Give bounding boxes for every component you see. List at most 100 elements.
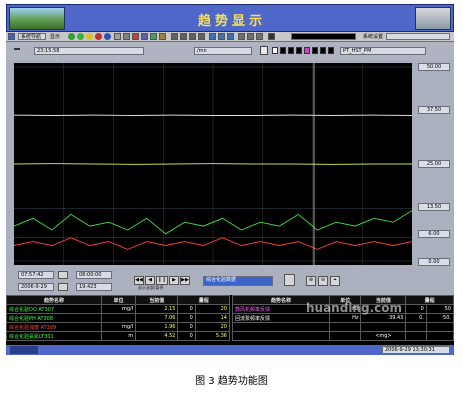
zoom-out-icon[interactable]: ⊖ <box>318 276 328 286</box>
message-field <box>291 33 356 40</box>
time-field[interactable]: 23:15:58 <box>34 47 144 55</box>
trend-icon[interactable] <box>150 33 157 40</box>
calendar-icon[interactable] <box>58 283 68 291</box>
tag-unit <box>328 331 362 341</box>
left-tag-table: 趋势名称 单位 当前值 量程 综合化验DO AT307 mg/l 2.15 0 … <box>6 295 231 341</box>
tag-value: 4.52 <box>135 331 179 341</box>
settings-field[interactable] <box>386 33 450 40</box>
figure-caption: 图 3 趋势功能图 <box>195 376 268 387</box>
print-icon[interactable] <box>114 33 121 40</box>
window-icon[interactable] <box>218 33 225 40</box>
next-icon[interactable] <box>189 33 196 40</box>
forward-icon[interactable]: ▶▶ <box>180 276 190 285</box>
color-swatch[interactable] <box>320 47 326 54</box>
axis-tick-label: 0.00 <box>418 258 450 266</box>
tag-name[interactable] <box>232 322 330 332</box>
color-swatch[interactable] <box>272 47 278 54</box>
plant-photo-logo <box>9 7 65 30</box>
tag-name[interactable]: 综合化验氨氮LT301 <box>6 331 102 341</box>
color-swatch[interactable] <box>304 47 310 54</box>
start-time-field[interactable]: 07:57:42 <box>18 271 54 279</box>
range-min: 0 <box>177 304 196 314</box>
column-header: 量程 <box>177 295 230 305</box>
table-row[interactable]: 综合化验浊度 AT309 mg/l 1.96 0 20 <box>6 322 231 332</box>
rewind-icon[interactable]: ◀◀ <box>134 276 144 285</box>
tag-unit <box>328 322 362 332</box>
end-time-field[interactable]: 08:00:00 <box>76 271 112 279</box>
start-date-field[interactable]: 2006-9-29 <box>18 283 54 291</box>
color-swatch[interactable] <box>312 47 318 54</box>
axis-tick-label: 25.00 <box>418 160 450 168</box>
calendar-icon[interactable] <box>58 271 68 279</box>
range-max: 5.36 <box>194 331 231 341</box>
exit-icon[interactable] <box>268 33 275 40</box>
color-swatch[interactable] <box>280 47 286 54</box>
color-swatch[interactable] <box>288 47 294 54</box>
table-row[interactable]: 综合化验氨氮LT301 m 4.52 0 5.36 <box>6 331 231 341</box>
tag-name[interactable]: 综合化验浊度 AT309 <box>6 322 102 332</box>
color-swatch[interactable] <box>296 47 302 54</box>
toolbar: 系统导航 显示 系统设置 <box>6 32 454 42</box>
axis-tick-label: 37.50 <box>418 106 450 114</box>
prev-icon[interactable]: ◀ <box>145 276 155 285</box>
table-row[interactable] <box>232 322 455 332</box>
tag-value: 7.06 <box>135 313 179 323</box>
pin-icon[interactable] <box>14 48 20 54</box>
alarm-icon[interactable] <box>132 33 139 40</box>
column-header: 单位 <box>100 295 137 305</box>
play-label: 显示全部/暂停 <box>138 285 164 290</box>
blue-circle-icon[interactable] <box>104 33 111 40</box>
settings-label: 系统设置 <box>363 34 384 40</box>
zoom-in-icon[interactable]: ⊕ <box>306 276 316 286</box>
cursor-icon[interactable] <box>260 46 268 55</box>
header-bar: 趋势显示 <box>6 4 454 32</box>
tag-unit: m <box>100 331 137 341</box>
window-icon[interactable] <box>227 33 234 40</box>
lock-icon[interactable] <box>247 33 254 40</box>
tag-unit <box>100 313 137 323</box>
yellow-circle-icon[interactable] <box>86 33 93 40</box>
unit-field[interactable]: /mn <box>194 47 252 55</box>
tag-name[interactable]: 综合化验DO AT307 <box>6 304 102 314</box>
key-icon[interactable] <box>256 33 263 40</box>
end-date-field[interactable]: 19.423 <box>76 283 112 291</box>
play-icon[interactable]: ▶ <box>169 276 179 285</box>
table-row[interactable]: <mg> <box>232 331 455 341</box>
pause-icon[interactable]: ❙❙ <box>156 276 168 285</box>
dataset-dropdown[interactable]: 综合化验数据 <box>203 276 273 286</box>
green-circle-icon[interactable] <box>68 33 75 40</box>
first-icon[interactable] <box>171 33 178 40</box>
tag-name[interactable] <box>232 331 330 341</box>
save-icon[interactable] <box>123 33 130 40</box>
tag-field[interactable]: PT_HST_PM <box>340 47 426 55</box>
company-logo <box>10 346 38 354</box>
red-circle-icon[interactable] <box>95 33 102 40</box>
range-max <box>425 322 455 332</box>
window-icon[interactable] <box>209 33 216 40</box>
prev-icon[interactable] <box>180 33 187 40</box>
axis-tick-label: 6.00 <box>418 230 450 238</box>
table-row[interactable]: 综合化验PH AT308 7.06 0 14 <box>6 313 231 323</box>
green-circle-icon[interactable] <box>77 33 84 40</box>
user-icon[interactable] <box>238 33 245 40</box>
tag-value: <mg> <box>360 331 407 341</box>
tag-value <box>360 322 407 332</box>
watermark: huanding.com <box>306 301 402 315</box>
last-icon[interactable] <box>198 33 205 40</box>
range-max: 14 <box>194 313 231 323</box>
range-min <box>405 331 427 341</box>
tag-name[interactable]: 综合化验PH AT308 <box>6 313 102 323</box>
grid-icon[interactable] <box>284 274 295 286</box>
color-swatch[interactable] <box>328 47 334 54</box>
zoom-fit-icon[interactable]: ⌖ <box>330 276 340 286</box>
setup-icon[interactable] <box>159 33 166 40</box>
trend-chart[interactable] <box>14 63 412 265</box>
range-max: 20 <box>194 304 231 314</box>
nav-button[interactable]: 系统导航 <box>18 33 46 40</box>
range-min: 0 <box>177 322 196 332</box>
mode-label: 显示 <box>50 34 61 40</box>
report-icon[interactable] <box>141 33 148 40</box>
table-row[interactable]: 综合化验DO AT307 mg/l 2.15 0 20 <box>6 304 231 314</box>
tag-unit: mg/l <box>100 322 137 332</box>
nav-icon[interactable] <box>8 33 15 40</box>
